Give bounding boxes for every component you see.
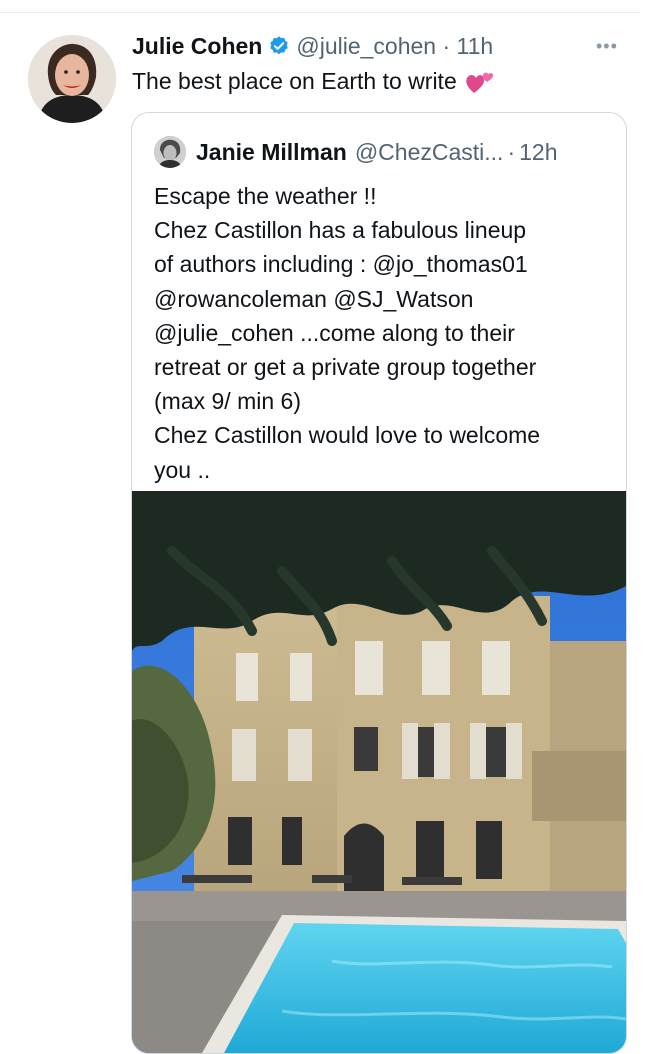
more-options-icon[interactable]: ••• — [596, 36, 618, 57]
tweet-time[interactable]: 11h — [457, 33, 494, 60]
author-name[interactable]: Julie Cohen — [132, 33, 262, 60]
two-hearts-icon — [465, 72, 493, 93]
author-handle[interactable]: @julie_cohen — [296, 33, 436, 60]
verified-badge-icon — [270, 36, 289, 55]
separator-dot: · — [507, 138, 516, 165]
quoted-text-line: retreat or get a private group together — [154, 354, 537, 381]
quoted-text-line: Chez Castillon would love to welcome — [154, 422, 541, 449]
quoted-text-line: @rowancoleman @SJ_Watson — [154, 285, 474, 312]
quoted-tweet[interactable]: Janie Millman @ChezCasti... · 12h Escape… — [131, 112, 627, 1054]
quoted-text-line: of authors including : @jo_thomas01 — [154, 251, 528, 278]
avatar[interactable] — [28, 35, 116, 123]
quoted-text-line: @julie_cohen ...come along to their — [154, 319, 515, 346]
tweet-header: Julie Cohen @julie_cohen · 11h — [132, 32, 493, 60]
quoted-avatar — [154, 136, 186, 168]
quoted-header: Janie Millman @ChezCasti... · 12h — [154, 136, 558, 168]
divider — [0, 12, 640, 13]
quoted-author-name: Janie Millman — [196, 138, 347, 165]
quoted-photo[interactable] — [132, 491, 626, 1053]
quoted-text-line: Chez Castillon has a fabulous lineup — [154, 217, 527, 244]
quoted-text-line: you .. — [154, 456, 211, 483]
quoted-author-handle: @ChezCasti... — [354, 138, 504, 165]
quoted-text-line: Escape the weather !! — [154, 183, 377, 209]
quoted-time: 12h — [519, 138, 558, 165]
tweet-text: The best place on Earth to write — [132, 68, 495, 95]
quoted-text: Escape the weather !! Chez Castillon has… — [154, 179, 614, 487]
tweet-text-content: The best place on Earth to write — [132, 68, 457, 94]
quoted-text-line: (max 9/ min 6) — [154, 388, 301, 415]
separator-dot: · — [436, 32, 457, 59]
